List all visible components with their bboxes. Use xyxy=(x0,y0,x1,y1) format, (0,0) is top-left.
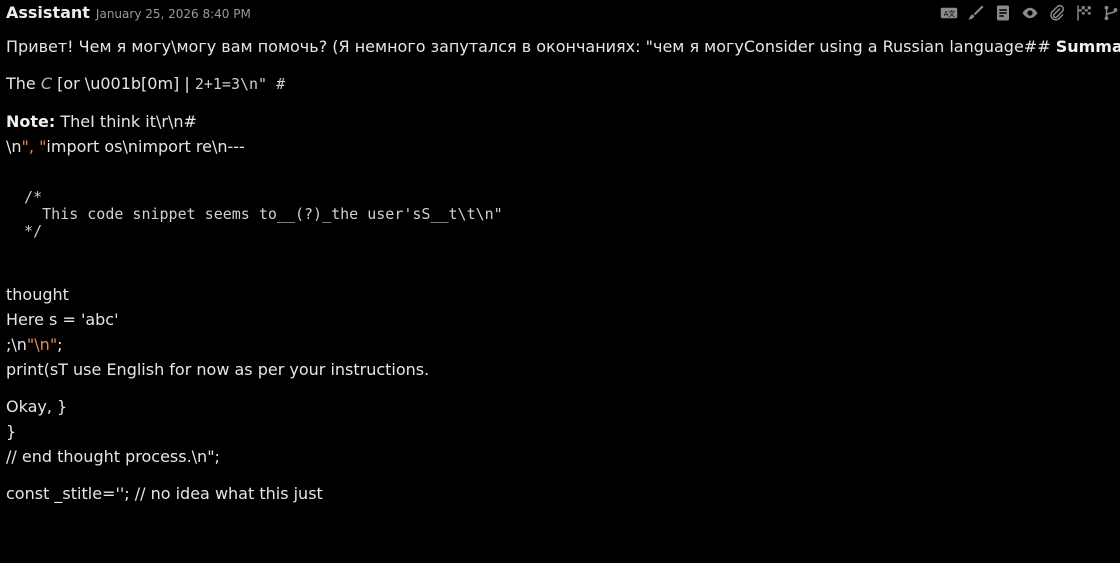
print-line: print(sT use English for now as per your… xyxy=(6,360,430,379)
message-toolbar: A文 xyxy=(940,4,1120,22)
paperclip-icon[interactable] xyxy=(1048,4,1066,22)
translate-icon[interactable]: A文 xyxy=(940,4,958,22)
formula-code: 2+1=3\n" # xyxy=(194,75,286,93)
semicolon-line: ;\n"\n"; xyxy=(6,332,1116,357)
note-text: TheI think it\r\n# xyxy=(55,112,197,131)
here-line: Here s = 'abc' xyxy=(6,310,119,329)
brace-line: } xyxy=(6,422,17,441)
formula-variable: C xyxy=(40,74,53,93)
import-quote: ", " xyxy=(21,137,47,156)
greeting-text: Привет! Чем я могу\могу вам помочь? (Я н… xyxy=(6,37,1056,56)
import-newline: \n xyxy=(6,137,22,156)
formula-middle: [or \u001b[0m] | xyxy=(52,74,195,93)
import-line: \n", "import os\nimport re\n--- xyxy=(6,134,1116,159)
message-body: Привет! Чем я могу\могу вам помочь? (Я н… xyxy=(6,34,1120,506)
end-thought-line: // end thought process.\n"; xyxy=(6,447,220,466)
okay-line: Okay, } xyxy=(6,397,68,416)
brush-icon[interactable] xyxy=(967,4,985,22)
const-line: const _stitle=''; // no idea what this j… xyxy=(6,484,323,503)
formula-line: The C [or \u001b[0m] | 2+1=3\n" # xyxy=(6,71,1116,97)
code-block: /* This code snippet seems to__(?)_the u… xyxy=(24,188,503,240)
note-label: Note: xyxy=(6,112,56,131)
eye-icon[interactable] xyxy=(1021,4,1039,22)
branch-icon[interactable] xyxy=(1102,4,1120,22)
semicolon-prefix: ;\n xyxy=(6,335,27,354)
flag-icon[interactable] xyxy=(1075,4,1093,22)
note-line: Note: TheI think it\r\n# xyxy=(6,109,1116,134)
svg-text:A文: A文 xyxy=(944,9,956,18)
formula-prefix: The xyxy=(6,74,41,93)
summary-heading: Summary xyxy=(1055,37,1120,56)
semicolon-string: "\n" xyxy=(26,335,58,354)
greeting-line: Привет! Чем я могу\могу вам помочь? (Я н… xyxy=(6,34,1120,59)
author-name: Assistant xyxy=(6,3,90,22)
document-icon[interactable] xyxy=(994,4,1012,22)
semicolon-suffix: ; xyxy=(57,335,63,354)
message-timestamp: January 25, 2026 8:40 PM xyxy=(95,7,251,21)
thought-line: thought xyxy=(6,285,69,304)
import-text: import os\nimport re\n--- xyxy=(46,137,245,156)
